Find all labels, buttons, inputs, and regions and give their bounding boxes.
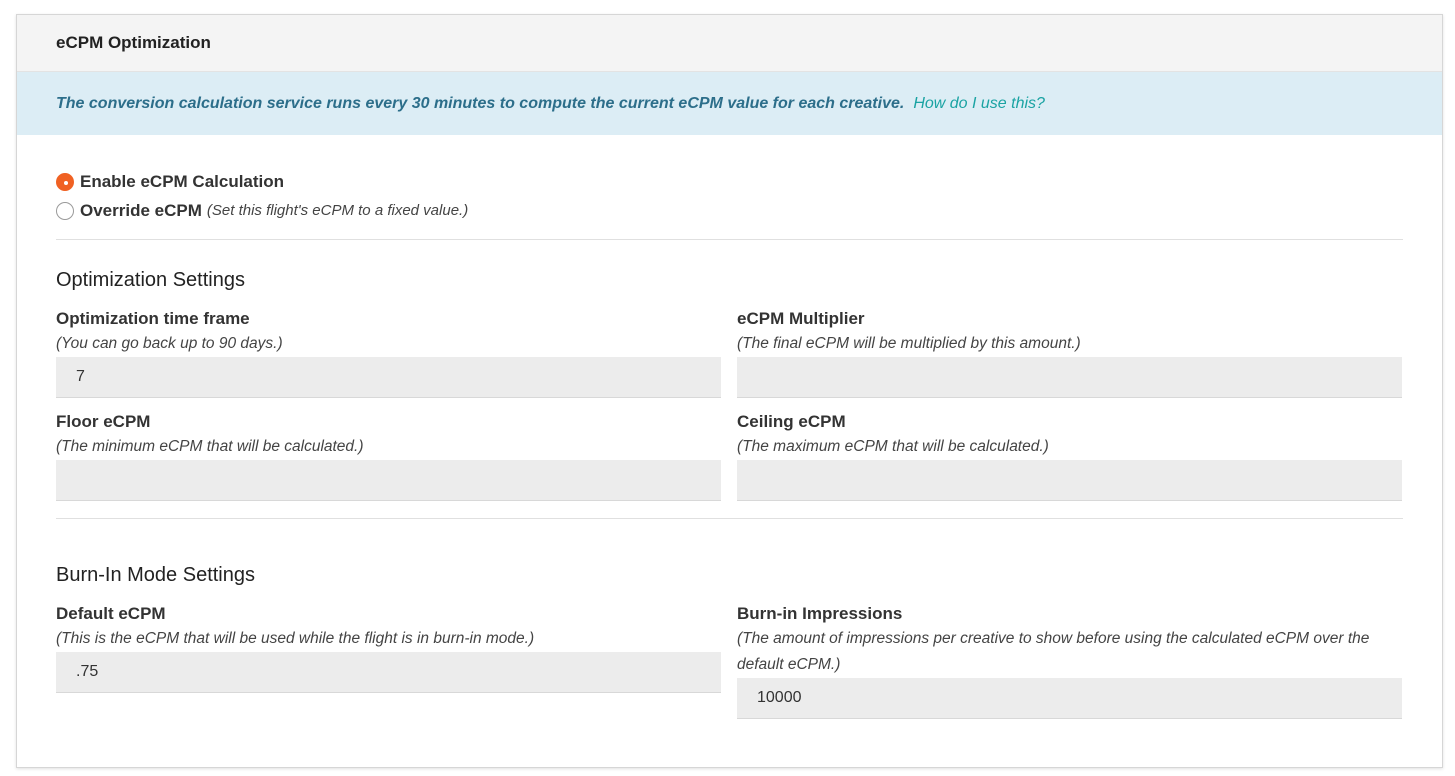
radio-enable-ecpm-button[interactable] (56, 172, 74, 191)
divider (56, 239, 1403, 240)
burnin-impressions-input[interactable]: 10000 (737, 678, 1402, 719)
optimization-right-column: eCPM Multiplier (The final eCPM will be … (737, 295, 1402, 501)
default-ecpm-hint: (This is the eCPM that will be used whil… (56, 630, 535, 647)
info-text: The conversion calculation service runs … (56, 94, 905, 112)
burnin-left-column: Default eCPM (This is the eCPM that will… (56, 590, 721, 719)
floor-ecpm-label: Floor eCPM (56, 412, 151, 431)
radio-override-ecpm-label[interactable]: Override eCPM (80, 201, 202, 221)
radio-enable-ecpm-label[interactable]: Enable eCPM Calculation (80, 172, 284, 192)
optimization-settings-title: Optimization Settings (56, 269, 245, 291)
radio-override-ecpm-button[interactable] (56, 201, 74, 220)
radio-override-ecpm-hint: (Set this flight's eCPM to a fixed value… (206, 202, 469, 219)
floor-ecpm-input[interactable] (56, 460, 721, 501)
ceiling-ecpm-label: Ceiling eCPM (737, 412, 846, 431)
burnin-right-column: Burn-in Impressions (The amount of impre… (737, 590, 1402, 719)
burnin-grid: Default eCPM (This is the eCPM that will… (56, 590, 1403, 719)
multiplier-input[interactable] (737, 357, 1402, 398)
burnin-impressions-label: Burn-in Impressions (737, 604, 903, 623)
multiplier-label: eCPM Multiplier (737, 309, 865, 328)
burnin-settings-title: Burn-In Mode Settings (56, 564, 255, 586)
radio-enable-ecpm[interactable]: Enable eCPM Calculation (56, 167, 1403, 196)
burnin-impressions-hint: (The amount of impressions per creative … (737, 630, 1370, 673)
panel-header: eCPM Optimization (17, 15, 1442, 72)
default-ecpm-label: Default eCPM (56, 604, 166, 623)
optimization-grid: Optimization time frame (You can go back… (56, 295, 1403, 501)
ceiling-ecpm-hint: (The maximum eCPM that will be calculate… (737, 438, 1049, 455)
ceiling-ecpm-input[interactable] (737, 460, 1402, 501)
ecpm-mode-radio-group: Enable eCPM Calculation Override eCPM (S… (56, 135, 1403, 225)
multiplier-hint: (The final eCPM will be multiplied by th… (737, 335, 1081, 352)
help-link[interactable]: How do I use this? (913, 95, 1045, 113)
time-frame-hint: (You can go back up to 90 days.) (56, 335, 283, 352)
default-ecpm-input[interactable]: .75 (56, 652, 721, 693)
ecpm-optimization-panel: eCPM Optimization The conversion calcula… (16, 14, 1443, 768)
panel-title: eCPM Optimization (56, 33, 211, 52)
info-banner: The conversion calculation service runs … (17, 72, 1442, 135)
radio-override-ecpm[interactable]: Override eCPM (Set this flight's eCPM to… (56, 196, 1403, 225)
optimization-left-column: Optimization time frame (You can go back… (56, 295, 721, 501)
time-frame-label: Optimization time frame (56, 309, 250, 328)
floor-ecpm-hint: (The minimum eCPM that will be calculate… (56, 438, 364, 455)
time-frame-input[interactable]: 7 (56, 357, 721, 398)
divider (56, 518, 1403, 519)
panel-body: Enable eCPM Calculation Override eCPM (S… (17, 135, 1442, 719)
